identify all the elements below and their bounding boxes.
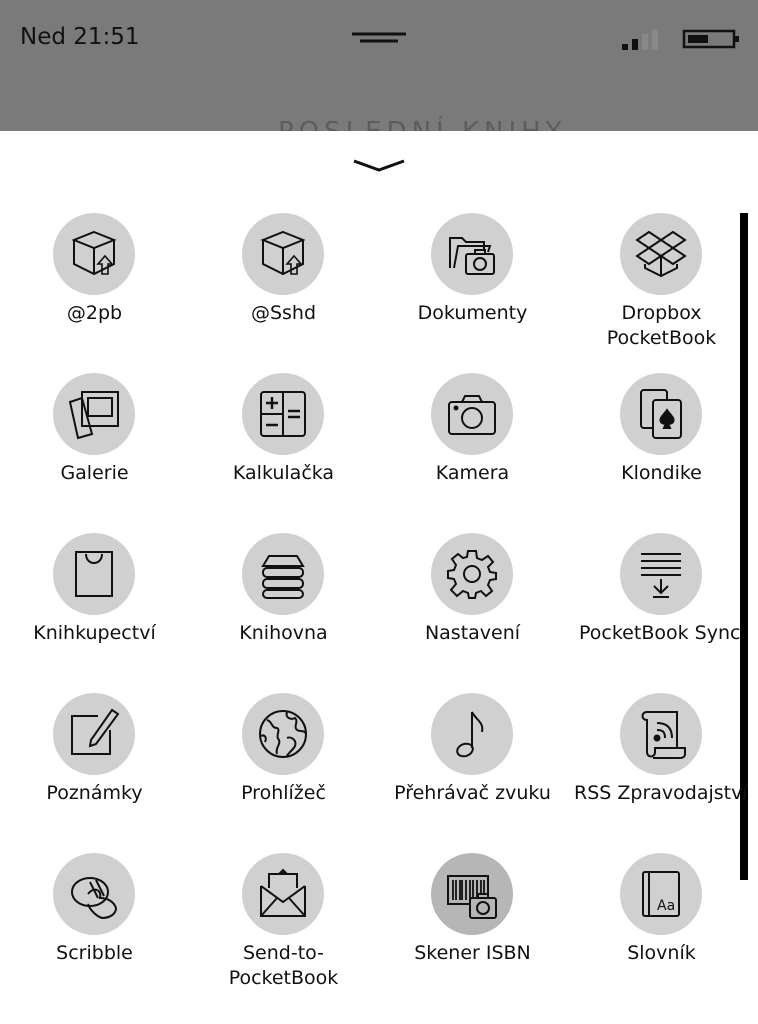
app-nastaveni[interactable]: Nastavení [378, 533, 567, 693]
shopping-bag-icon [75, 551, 113, 597]
status-bar: Ned 21:51 POSLEDNÍ KNIHY [0, 0, 758, 131]
app-klondike[interactable]: Klondike [567, 373, 756, 533]
dictionary-icon: Aa [642, 871, 680, 917]
drag-handle-icon[interactable] [352, 30, 406, 44]
svg-text:Aa: Aa [657, 898, 675, 914]
app-prehravac-zvuku[interactable]: Přehrávač zvuku [378, 693, 567, 853]
app-label: PocketBook Sync [579, 622, 741, 644]
app-label: Scribble [56, 942, 133, 964]
app-kalkulacka[interactable]: Kalkulačka [189, 373, 378, 533]
status-time: Ned 21:51 [20, 24, 140, 50]
barcode-camera-icon [447, 875, 497, 919]
app-prohlizec[interactable]: Prohlížeč [189, 693, 378, 853]
signal-icon [622, 29, 658, 50]
app-knihovna[interactable]: Knihovna [189, 533, 378, 693]
scribble-hand-icon [71, 877, 118, 920]
photos-icon [68, 391, 119, 440]
app-2pb[interactable]: @2pb [0, 213, 189, 373]
recent-books-title: POSLEDNÍ KNIHY [278, 117, 567, 131]
app-label: Dokumenty [417, 302, 528, 324]
app-dropbox[interactable]: Dropbox PocketBook [567, 213, 756, 373]
camera-icon [448, 395, 496, 435]
app-galerie[interactable]: Galerie [0, 373, 189, 533]
calculator-icon [260, 391, 306, 437]
envelope-icon [260, 868, 306, 917]
sync-download-icon [641, 553, 681, 598]
app-label: Nastavení [424, 622, 521, 644]
app-label: Klondike [621, 462, 702, 484]
app-label: Send-to-PocketBook [228, 942, 339, 989]
app-label: Dropbox PocketBook [606, 302, 717, 349]
upload-box-icon [260, 230, 306, 276]
note-pencil-icon [71, 708, 120, 755]
app-poznamky[interactable]: Poznámky [0, 693, 189, 853]
app-label: Přehrávač zvuku [394, 782, 551, 804]
app-rss[interactable]: RSS Zpravodajství [567, 693, 756, 853]
music-note-icon [456, 711, 484, 758]
app-send-to-pocketbook[interactable]: Send-to-PocketBook [189, 853, 378, 1013]
app-skener-isbn[interactable]: Skener ISBN [378, 853, 567, 1013]
battery-icon [682, 29, 739, 49]
app-scribble[interactable]: Scribble [0, 853, 189, 1013]
app-knihkupectvi[interactable]: Knihkupectví [0, 533, 189, 693]
app-drawer: @2pb @Sshd Dokumenty Dropbox PocketBook … [0, 131, 758, 1024]
app-dokumenty[interactable]: Dokumenty [378, 213, 567, 373]
upload-box-icon [71, 230, 117, 276]
app-label: Slovník [627, 942, 696, 964]
app-sshd[interactable]: @Sshd [189, 213, 378, 373]
app-label: RSS Zpravodajství [574, 782, 748, 804]
books-stack-icon [261, 555, 305, 599]
cards-icon [640, 389, 682, 439]
folder-camera-icon [449, 237, 495, 275]
dropbox-icon [635, 230, 687, 278]
chevron-down-icon[interactable] [352, 157, 406, 177]
app-slovnik[interactable]: Aa Slovník [567, 853, 756, 1013]
globe-icon [259, 710, 307, 758]
rss-scroll-icon [641, 711, 686, 759]
app-kamera[interactable]: Kamera [378, 373, 567, 533]
app-pocketbook-sync[interactable]: PocketBook Sync [567, 533, 756, 693]
gear-icon [447, 550, 497, 599]
